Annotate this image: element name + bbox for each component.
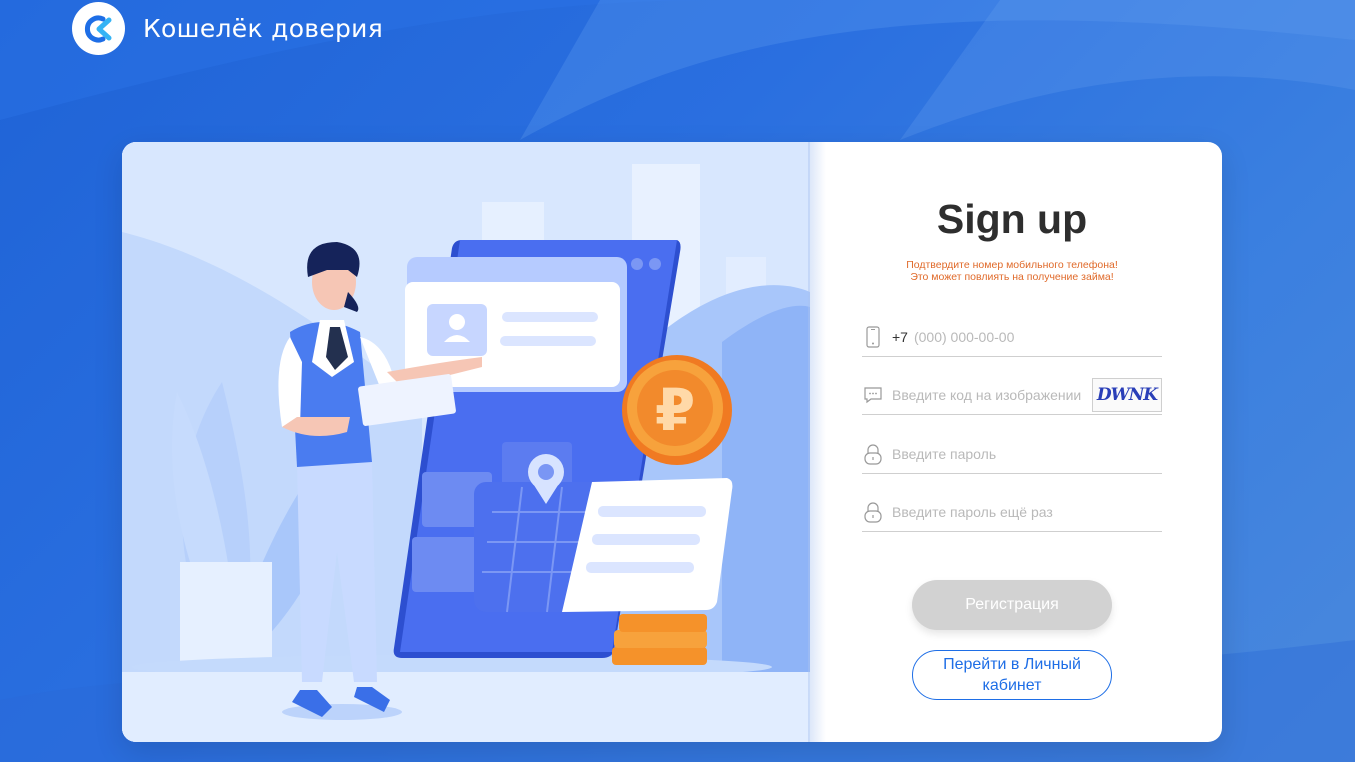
- signup-form: Sign up Подтвердите номер мобильного тел…: [862, 142, 1162, 742]
- phone-notice: Подтвердите номер мобильного телефона! Э…: [862, 259, 1162, 283]
- svg-text:₽: ₽: [655, 376, 695, 444]
- personal-cabinet-button[interactable]: Перейти в Личный кабинет: [912, 650, 1112, 700]
- captcha-field: DWNK: [862, 375, 1162, 415]
- brand-name: Кошелёк доверия: [143, 14, 384, 43]
- notice-line-1: Подтвердите номер мобильного телефона!: [906, 259, 1118, 271]
- notice-line-2: Это может повлиять на получение займа!: [910, 271, 1114, 283]
- lock-icon: [862, 500, 884, 524]
- phone-field: +7: [862, 317, 1162, 357]
- panel-divider: [808, 142, 826, 742]
- captcha-image[interactable]: DWNK: [1092, 377, 1162, 412]
- phone-input[interactable]: [913, 321, 1162, 352]
- phone-prefix: +7: [892, 328, 908, 345]
- signup-card: ₽ Sign up Подтвердите номер мобильного т…: [122, 142, 1222, 742]
- hero-illustration: ₽: [122, 142, 810, 742]
- lock-icon: [862, 442, 884, 466]
- brand-logo[interactable]: [72, 2, 125, 55]
- password-repeat-field: [862, 492, 1162, 532]
- password-input[interactable]: [892, 438, 1162, 469]
- message-icon: [862, 383, 884, 407]
- password-repeat-input[interactable]: [892, 496, 1162, 527]
- phone-icon: [862, 325, 884, 349]
- captcha-input[interactable]: [892, 379, 1088, 410]
- register-button[interactable]: Регистрация: [912, 580, 1112, 630]
- password-field: [862, 434, 1162, 474]
- page-title: Sign up: [936, 196, 1088, 242]
- brand-logo-icon: [84, 15, 111, 42]
- header: Кошелёк доверия: [72, 2, 383, 55]
- captcha-text: DWNK: [1096, 384, 1158, 405]
